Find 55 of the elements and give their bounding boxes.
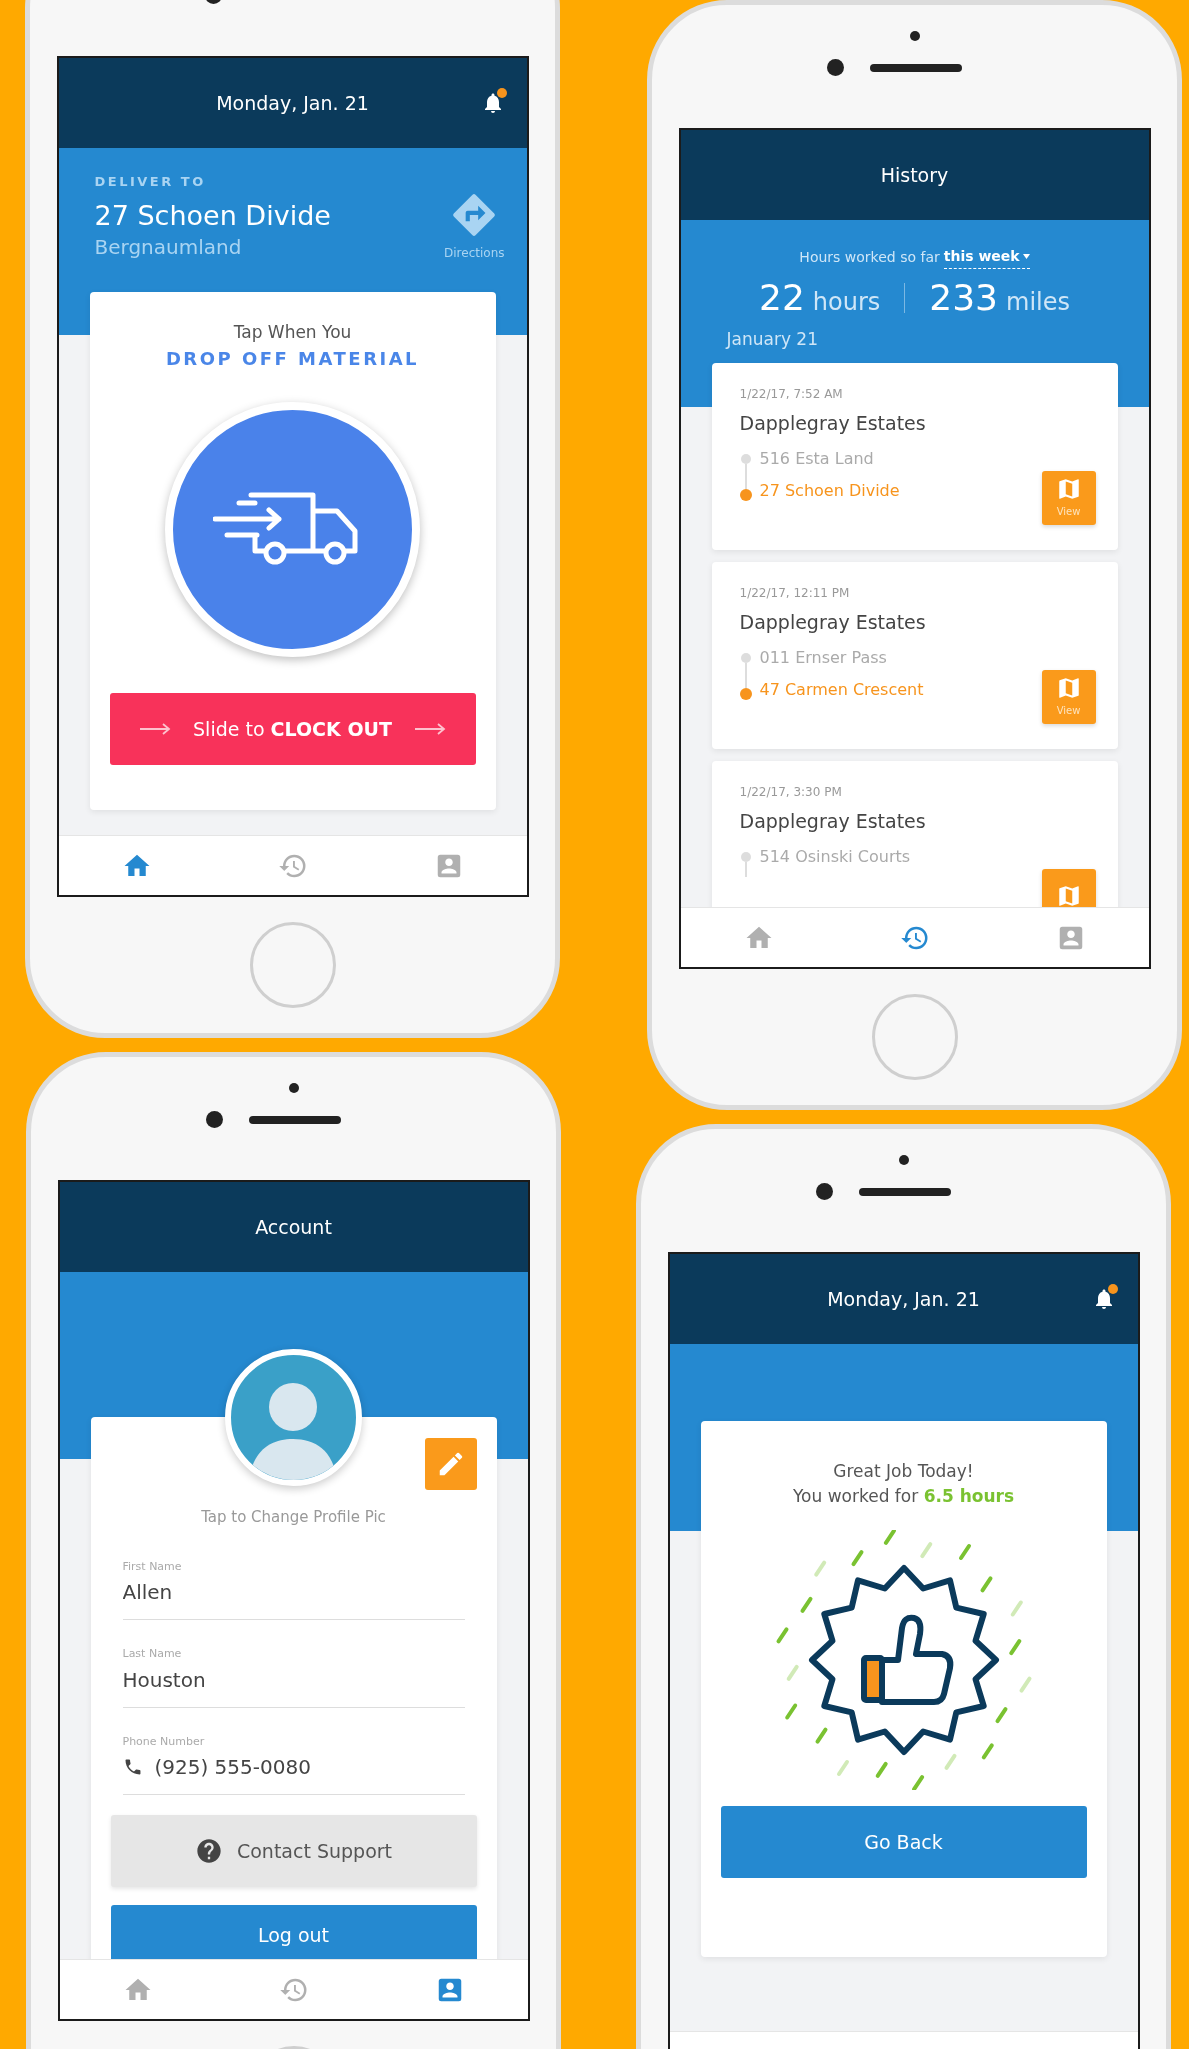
header-title: History — [880, 162, 949, 188]
trip-place: Dapplegray Estates — [739, 410, 927, 436]
edit-button[interactable] — [424, 1438, 477, 1490]
contact-support-button[interactable]: Contact Support — [110, 1815, 477, 1887]
arrow-icon — [139, 723, 172, 736]
sensor-dot — [909, 31, 920, 41]
date-heading: January 21 — [724, 328, 819, 351]
hours-value: 22 — [759, 276, 805, 320]
trip-time: 1/22/17, 7:52 AM — [739, 385, 844, 403]
action-text: DROP OFF MATERIAL — [165, 347, 420, 372]
sensor-dot — [288, 1083, 299, 1093]
hours-unit: hours — [812, 287, 881, 318]
logout-button[interactable]: Log out — [110, 1905, 477, 1959]
home-button[interactable] — [871, 994, 958, 1080]
miles-unit: miles — [1006, 287, 1070, 318]
field-label: First Name — [122, 1558, 183, 1575]
field-label: Phone Number — [122, 1733, 206, 1750]
delivery-address: 27 Schoen Divide — [94, 199, 331, 232]
dropoff-address: 47 Carmen Crescent — [759, 679, 924, 701]
summary-title: Great Job Today! — [833, 1460, 974, 1483]
trip-time: 1/22/17, 3:30 PM — [739, 783, 843, 801]
camera-dot — [206, 1111, 223, 1128]
prompt-text: Tap When You — [233, 320, 352, 344]
summary-message: You worked for 6.5 hours — [792, 1484, 1015, 1508]
miles-value: 233 — [929, 276, 998, 320]
pickup-address: 516 Esta Land — [759, 448, 875, 470]
phone-number-field[interactable]: (925) 555-0080 — [154, 1752, 465, 1782]
pickup-address: 514 Osinski Courts — [759, 846, 911, 868]
camera-dot — [816, 1183, 833, 1200]
hours-label: Hours worked so far — [799, 248, 940, 267]
trip-place: Dapplegray Estates — [739, 609, 927, 635]
view-map-button[interactable] — [1041, 868, 1096, 907]
go-back-button[interactable]: Go Back — [720, 1806, 1087, 1879]
header-title: Monday, Jan. 21 — [216, 90, 369, 116]
delivery-city: Bergnaumland — [94, 233, 243, 261]
header-title: Monday, Jan. 21 — [827, 1286, 980, 1312]
clock-out-button[interactable]: Slide to CLOCK OUT — [109, 693, 476, 766]
trip-place: Dapplegray Estates — [739, 808, 927, 834]
help-icon — [194, 1837, 223, 1865]
header-title: Account — [255, 1214, 332, 1240]
pickup-address: 011 Ernser Pass — [759, 647, 888, 669]
arrow-icon — [413, 723, 446, 736]
trip-time: 1/22/17, 12:11 PM — [739, 584, 851, 602]
sensor-dot — [898, 1155, 909, 1165]
photo-hint: Tap to Change Profile Pic — [201, 1507, 386, 1528]
dropoff-address: 27 Schoen Divide — [759, 480, 900, 502]
text-field[interactable]: Houston — [122, 1662, 465, 1708]
directions-button[interactable]: Directions — [444, 189, 505, 262]
text-field[interactable]: Allen — [122, 1575, 465, 1620]
field-label: Last Name — [122, 1646, 183, 1662]
deliver-label: DELIVER TO — [94, 173, 207, 191]
home-button[interactable] — [249, 922, 336, 1008]
camera-dot — [827, 59, 844, 76]
caret-icon — [1022, 254, 1030, 259]
period-dropdown[interactable]: this week — [943, 246, 1030, 269]
